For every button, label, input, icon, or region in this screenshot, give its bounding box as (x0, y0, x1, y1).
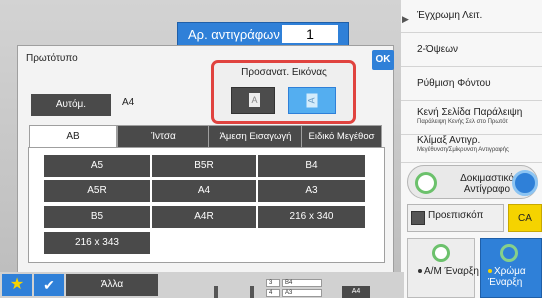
menu-item-sublabel: Παράλειψη Κενής Σελ στο Πρωτότ (417, 119, 508, 125)
portrait-doc-icon: A (249, 93, 260, 107)
tray-size: A3 (282, 289, 322, 297)
paper-size-button[interactable]: A5R (44, 180, 150, 202)
paper-size-button[interactable]: A4R (152, 206, 256, 228)
paper-size-button[interactable]: A5 (44, 155, 150, 177)
tray-number: 4 (266, 289, 280, 297)
color-start-label: Χρώμα Έναρξη (488, 266, 526, 288)
orientation-label: Προσανατ. Εικόνας (241, 67, 327, 78)
menu-item-background[interactable]: Ρύθμιση Φόντου (401, 68, 542, 101)
tab-special-size[interactable]: Ειδικό Μεγέθοσ (301, 125, 382, 147)
start-diamond-icon (415, 172, 437, 194)
tray-indicator-icon (250, 286, 254, 298)
menu-item-label: Έγχρωμη Λειτ. (417, 10, 483, 21)
favorites-star-icon[interactable]: ★ (2, 274, 32, 296)
tab-inch[interactable]: Ίντσα (117, 125, 210, 147)
start-diamond-icon (512, 170, 538, 196)
tray-size: B4 (282, 279, 322, 287)
copies-bar[interactable]: Αρ. αντιγράφων 1 (177, 22, 349, 46)
preview-label: Προεπισκόπ (428, 210, 484, 221)
dialog-title: Πρωτότυπο (26, 53, 78, 64)
paper-size-button[interactable]: 216 x 343 (44, 232, 150, 254)
copies-label: Αρ. αντιγράφων (188, 27, 280, 42)
current-size-label: A4 (122, 97, 135, 108)
bw-start-label: Α/Μ Έναρξη (418, 266, 479, 277)
clear-all-button[interactable]: CA (508, 204, 542, 232)
output-size-label: A4 (342, 286, 370, 298)
check-icon[interactable]: ✔ (34, 274, 64, 296)
copy-screen: Αρ. αντιγράφων 1 ▶ Έγχρωμη Λειτ. 2-Όψεων… (0, 0, 542, 298)
start-diamond-icon (500, 244, 518, 262)
other-button[interactable]: Άλλα (66, 274, 158, 296)
menu-item-sublabel: Μεγέθυνση/Σμίκρυνση Αντιγραφής (417, 147, 509, 153)
menu-item-color-mode[interactable]: Έγχρωμη Λειτ. (401, 0, 542, 33)
ok-button[interactable]: OK (372, 50, 394, 70)
paper-size-button[interactable]: B4 (258, 155, 365, 177)
preview-icon (411, 211, 425, 225)
tab-ab[interactable]: AB (29, 125, 117, 147)
start-diamond-icon (432, 244, 450, 262)
menu-item-label: 2-Όψεων (417, 44, 459, 55)
paper-size-button[interactable]: A4 (152, 180, 256, 202)
menu-item-label: Ρύθμιση Φόντου (417, 78, 491, 89)
menu-item-label: Κενή Σελίδα Παράλειψη (417, 107, 523, 118)
auto-size-button[interactable]: Αυτόμ. (31, 94, 111, 116)
menu-item-duplex[interactable]: 2-Όψεων (401, 34, 542, 67)
menu-item-copy-ratio[interactable]: Κλίμαξ Αντιγρ. Μεγέθυνση/Σμίκρυνση Αντιγ… (401, 130, 542, 163)
paper-size-button[interactable]: 216 x 340 (258, 206, 365, 228)
tray-number: 3 (266, 279, 280, 287)
menu-item-label: Κλίμαξ Αντιγρ. (417, 135, 481, 146)
paper-size-button[interactable]: B5R (152, 155, 256, 177)
copies-field[interactable]: 1 (282, 25, 338, 43)
paper-size-button[interactable]: B5 (44, 206, 150, 228)
black-dot-icon (418, 269, 422, 274)
landscape-doc-icon: A (306, 93, 318, 108)
paper-size-button[interactable]: A3 (258, 180, 365, 202)
yellow-dot-icon (488, 269, 492, 274)
tab-direct-entry[interactable]: Άμεση Εισαγωγή (208, 125, 303, 147)
tray-indicator-icon (214, 286, 218, 298)
